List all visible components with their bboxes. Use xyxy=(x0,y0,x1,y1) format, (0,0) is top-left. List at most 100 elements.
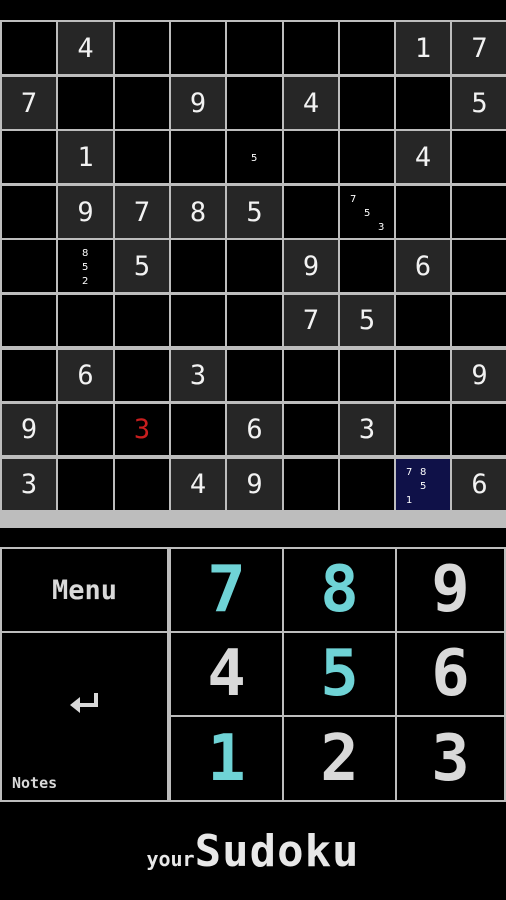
grid-cell[interactable] xyxy=(2,350,56,401)
note-digit: 5 xyxy=(82,262,89,273)
grid-cell[interactable] xyxy=(2,295,56,346)
grid-cell[interactable] xyxy=(284,459,338,510)
grid-cell[interactable] xyxy=(171,295,225,346)
grid-cell[interactable]: 5 xyxy=(227,186,282,238)
grid-cell[interactable] xyxy=(2,240,56,292)
grid-cell[interactable] xyxy=(396,295,450,346)
digit-key-8[interactable]: 8 xyxy=(284,549,395,631)
grid-cell[interactable] xyxy=(340,22,394,74)
grid-cell[interactable] xyxy=(284,404,338,455)
grid-cell[interactable] xyxy=(340,77,394,129)
grid-cell[interactable]: 9 xyxy=(58,186,113,238)
grid-cell[interactable]: 78 51 xyxy=(396,459,450,510)
grid-cell[interactable] xyxy=(2,186,56,238)
grid-cell[interactable] xyxy=(396,350,450,401)
grid-cell[interactable] xyxy=(227,240,282,292)
grid-cell[interactable]: 7 xyxy=(284,295,338,346)
grid-cell[interactable]: 9 xyxy=(227,459,282,510)
grid-cell[interactable] xyxy=(171,22,225,74)
digit-key-label: 5 xyxy=(320,637,359,711)
grid-cell[interactable] xyxy=(58,459,113,510)
grid-cell[interactable] xyxy=(284,22,338,74)
grid-cell[interactable]: 7 xyxy=(2,77,56,129)
grid-cell[interactable]: 5 xyxy=(115,240,169,292)
grid-cell[interactable] xyxy=(227,295,282,346)
cell-value: 3 xyxy=(189,360,207,391)
grid-cell[interactable] xyxy=(171,240,225,292)
cell-value: 5 xyxy=(133,250,151,282)
grid-cell[interactable]: 3 xyxy=(115,404,169,455)
cell-value: 4 xyxy=(189,469,207,500)
grid-cell[interactable] xyxy=(396,77,450,129)
grid-cell[interactable]: 4 xyxy=(58,22,113,74)
grid-cell[interactable] xyxy=(58,77,113,129)
grid-cell[interactable] xyxy=(340,240,394,292)
grid-cell[interactable] xyxy=(227,22,282,74)
grid-cell[interactable]: 4 xyxy=(284,77,338,129)
digit-key-4[interactable]: 4 xyxy=(171,633,282,715)
grid-cell[interactable] xyxy=(171,131,225,183)
grid-cell[interactable]: 5 xyxy=(227,131,282,183)
grid-cell[interactable] xyxy=(452,404,506,455)
grid-cell[interactable]: 1 xyxy=(58,131,113,183)
grid-cell[interactable]: 3 xyxy=(171,350,225,401)
grid-cell[interactable]: 1 xyxy=(396,22,450,74)
digit-key-5[interactable]: 5 xyxy=(284,633,395,715)
grid-cell[interactable]: 7 xyxy=(452,22,506,74)
cell-value: 6 xyxy=(246,414,263,445)
grid-cell[interactable]: 8 5 2 xyxy=(58,240,113,292)
grid-cell[interactable] xyxy=(58,404,113,455)
cell-value: 9 xyxy=(302,250,320,282)
grid-cell[interactable] xyxy=(452,186,506,238)
grid-cell[interactable] xyxy=(115,77,169,129)
digit-key-7[interactable]: 7 xyxy=(171,549,282,631)
grid-cell[interactable]: 6 xyxy=(58,350,113,401)
grid-cell[interactable]: 5 xyxy=(452,77,506,129)
grid-cell[interactable]: 6 xyxy=(452,459,506,510)
grid-cell[interactable] xyxy=(115,22,169,74)
digit-key-1[interactable]: 1 xyxy=(171,717,282,800)
grid-cell[interactable] xyxy=(58,295,113,346)
grid-cell[interactable] xyxy=(115,459,169,510)
grid-cell[interactable] xyxy=(284,131,338,183)
grid-cell[interactable]: 9 xyxy=(171,77,225,129)
grid-cell[interactable] xyxy=(340,131,394,183)
grid-cell[interactable] xyxy=(284,350,338,401)
grid-cell[interactable] xyxy=(452,240,506,292)
grid-cell[interactable] xyxy=(2,22,56,74)
grid-cell[interactable] xyxy=(227,77,282,129)
grid-cell[interactable]: 6 xyxy=(396,240,450,292)
grid-cell[interactable] xyxy=(396,404,450,455)
notes-toggle-button[interactable]: Notes xyxy=(2,633,167,800)
grid-cell[interactable] xyxy=(396,186,450,238)
grid-cell[interactable] xyxy=(115,350,169,401)
grid-cell[interactable] xyxy=(115,295,169,346)
grid-cell[interactable]: 5 xyxy=(340,295,394,346)
grid-cell[interactable]: 8 xyxy=(171,186,225,238)
digit-key-3[interactable]: 3 xyxy=(397,717,504,800)
grid-cell[interactable] xyxy=(340,459,394,510)
digit-key-2[interactable]: 2 xyxy=(284,717,395,800)
grid-cell[interactable]: 9 xyxy=(284,240,338,292)
grid-cell[interactable]: 4 xyxy=(171,459,225,510)
grid-cell[interactable] xyxy=(340,350,394,401)
grid-cell[interactable] xyxy=(452,295,506,346)
grid-cell[interactable] xyxy=(284,186,338,238)
grid-cell[interactable] xyxy=(2,131,56,183)
grid-cell[interactable] xyxy=(227,350,282,401)
cell-value: 7 xyxy=(302,305,320,336)
grid-cell[interactable]: 4 xyxy=(396,131,450,183)
grid-cell[interactable]: 6 xyxy=(227,404,282,455)
menu-button[interactable]: Menu xyxy=(2,549,167,631)
grid-cell[interactable] xyxy=(115,131,169,183)
grid-cell[interactable] xyxy=(171,404,225,455)
digit-key-6[interactable]: 6 xyxy=(397,633,504,715)
grid-cell[interactable]: 9 xyxy=(452,350,506,401)
grid-cell[interactable]: 3 xyxy=(340,404,394,455)
grid-cell[interactable]: 753 xyxy=(340,186,394,238)
grid-cell[interactable] xyxy=(452,131,506,183)
grid-cell[interactable]: 7 xyxy=(115,186,169,238)
grid-cell[interactable]: 3 xyxy=(2,459,56,510)
grid-cell[interactable]: 9 xyxy=(2,404,56,455)
digit-key-9[interactable]: 9 xyxy=(397,549,504,631)
